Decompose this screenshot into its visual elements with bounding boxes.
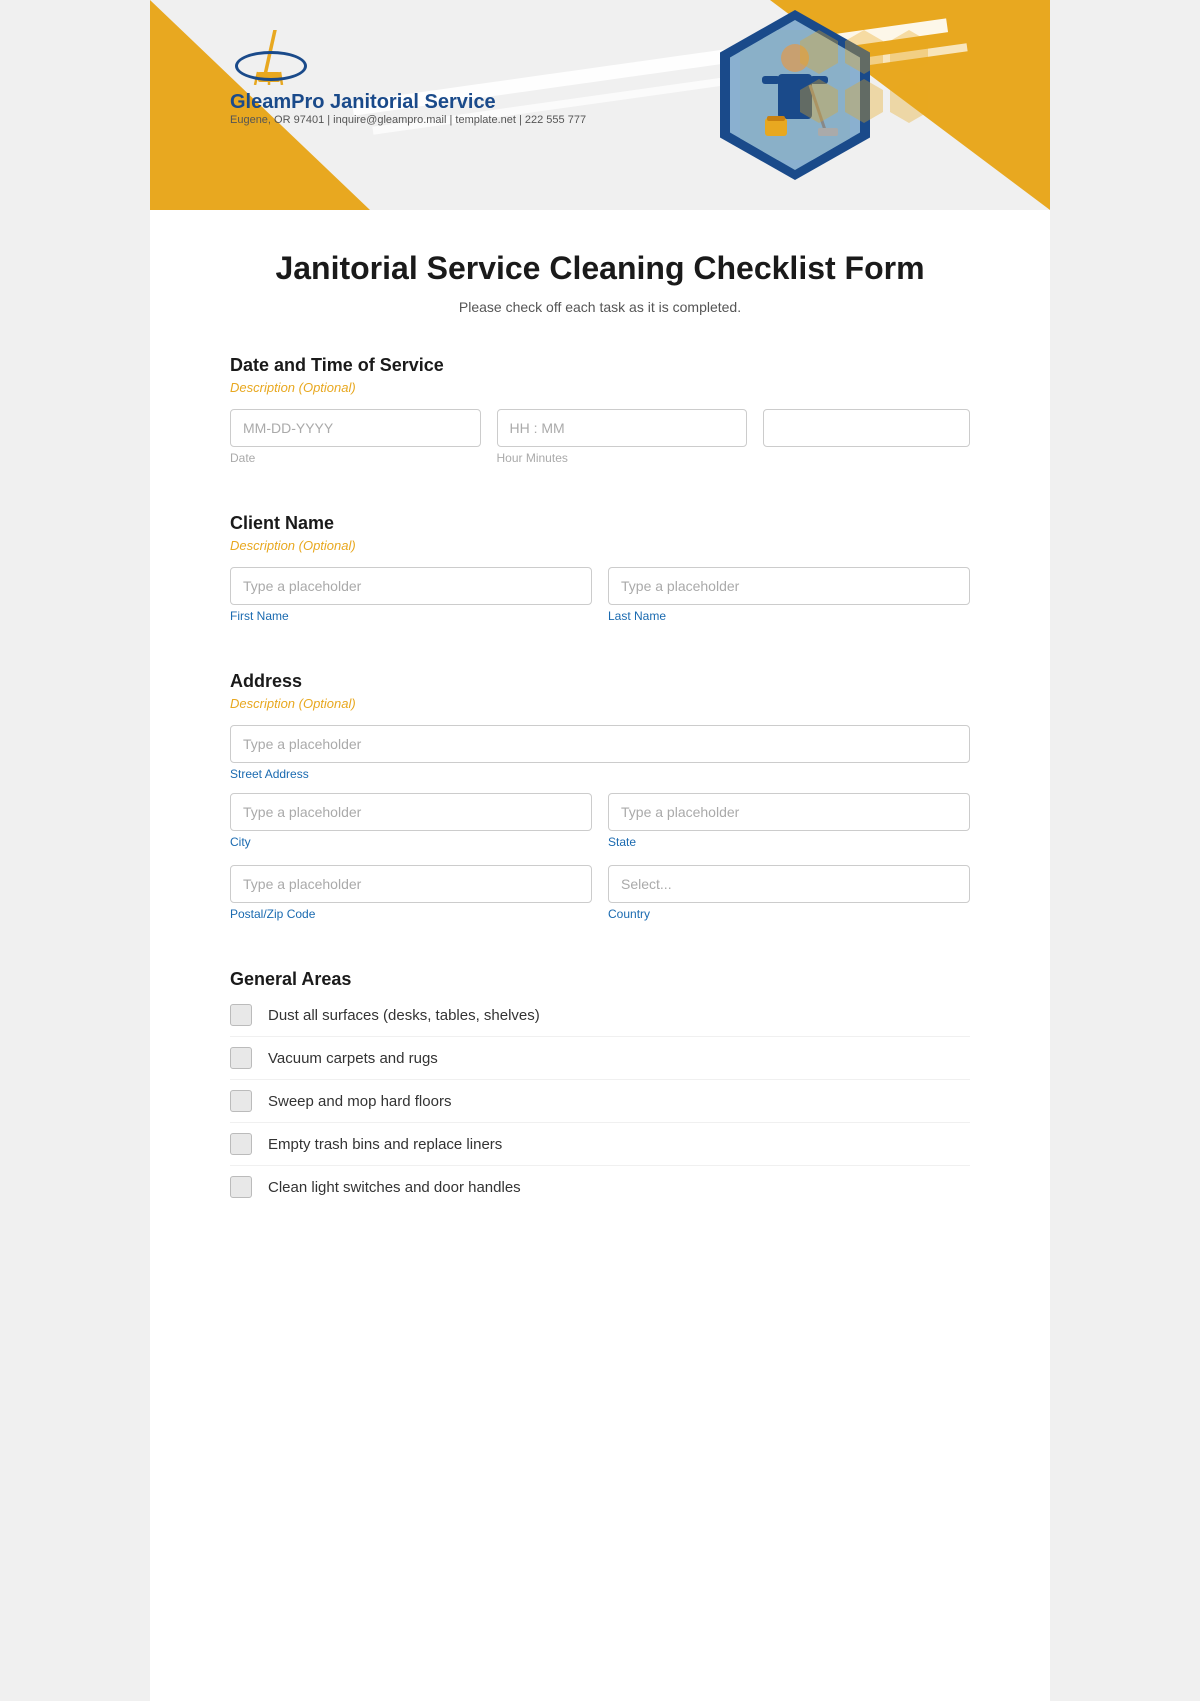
client-section: Client Name Description (Optional) First… [230, 513, 970, 635]
list-item: Vacuum carpets and rugs [230, 1037, 970, 1080]
first-name-input[interactable] [230, 567, 592, 605]
list-item: Clean light switches and door handles [230, 1166, 970, 1208]
task-label: Dust all surfaces (desks, tables, shelve… [268, 1007, 540, 1024]
street-label: Street Address [230, 767, 970, 781]
general-areas-section: General Areas Dust all surfaces (desks, … [230, 969, 970, 1208]
company-name: GleamPro Janitorial Service [230, 91, 496, 114]
address-section: Address Description (Optional) Street Ad… [230, 671, 970, 933]
last-name-label: Last Name [608, 609, 970, 623]
form-subtitle: Please check off each task as it is comp… [230, 299, 970, 315]
country-input[interactable] [608, 865, 970, 903]
logo-area: GleamPro Janitorial Service Eugene, OR 9… [230, 30, 586, 126]
hex-pattern [800, 30, 930, 123]
task-label: Clean light switches and door handles [268, 1179, 521, 1196]
header: GleamPro Janitorial Service Eugene, OR 9… [150, 0, 1050, 210]
first-name-label: First Name [230, 609, 592, 623]
first-name-field-group: First Name [230, 567, 592, 623]
general-areas-checklist: Dust all surfaces (desks, tables, shelve… [230, 994, 970, 1208]
address-section-title: Address [230, 671, 970, 692]
state-field-group: State [608, 793, 970, 849]
list-item: Dust all surfaces (desks, tables, shelve… [230, 994, 970, 1037]
last-name-input[interactable] [608, 567, 970, 605]
street-input[interactable] [230, 725, 970, 763]
postal-field-group: Postal/Zip Code [230, 865, 592, 921]
datetime-section-desc: Description (Optional) [230, 380, 970, 395]
list-item: Empty trash bins and replace liners [230, 1123, 970, 1166]
datetime-field-row: Date Hour Minutes AM [230, 409, 970, 477]
country-label: Country [608, 907, 970, 921]
task-label: Empty trash bins and replace liners [268, 1136, 502, 1153]
ampm-input[interactable]: AM [763, 409, 970, 447]
date-field-group: Date [230, 409, 481, 465]
checkbox[interactable] [230, 1090, 252, 1112]
datetime-section: Date and Time of Service Description (Op… [230, 355, 970, 477]
last-name-field-group: Last Name [608, 567, 970, 623]
country-field-group: Country [608, 865, 970, 921]
task-label: Vacuum carpets and rugs [268, 1050, 438, 1067]
checkbox[interactable] [230, 1004, 252, 1026]
header-image-area [720, 10, 870, 180]
street-field-group: Street Address [230, 725, 970, 781]
logo-icon [230, 30, 320, 85]
logo-broom-wrapper [230, 30, 320, 85]
task-label: Sweep and mop hard floors [268, 1093, 451, 1110]
city-state-row: City State [230, 793, 970, 861]
time-input[interactable] [497, 409, 748, 447]
page: GleamPro Janitorial Service Eugene, OR 9… [150, 0, 1050, 1701]
logo-ellipse [235, 51, 307, 81]
checkbox[interactable] [230, 1047, 252, 1069]
city-label: City [230, 835, 592, 849]
date-label: Date [230, 451, 481, 465]
checkbox[interactable] [230, 1133, 252, 1155]
time-field-group: Hour Minutes [497, 409, 748, 465]
city-input[interactable] [230, 793, 592, 831]
date-input[interactable] [230, 409, 481, 447]
city-field-group: City [230, 793, 592, 849]
time-label: Hour Minutes [497, 451, 748, 465]
postal-input[interactable] [230, 865, 592, 903]
state-input[interactable] [608, 793, 970, 831]
checkbox[interactable] [230, 1176, 252, 1198]
postal-country-row: Postal/Zip Code Country [230, 865, 970, 933]
postal-label: Postal/Zip Code [230, 907, 592, 921]
client-section-desc: Description (Optional) [230, 538, 970, 553]
general-areas-title: General Areas [230, 969, 970, 990]
state-label: State [608, 835, 970, 849]
company-address: Eugene, OR 97401 | inquire@gleampro.mail… [230, 114, 586, 126]
datetime-section-title: Date and Time of Service [230, 355, 970, 376]
main-content: Janitorial Service Cleaning Checklist Fo… [150, 210, 1050, 1284]
form-title: Janitorial Service Cleaning Checklist Fo… [230, 250, 970, 287]
ampm-field-group: AM [763, 409, 970, 465]
list-item: Sweep and mop hard floors [230, 1080, 970, 1123]
address-section-desc: Description (Optional) [230, 696, 970, 711]
client-section-title: Client Name [230, 513, 970, 534]
client-field-row: First Name Last Name [230, 567, 970, 635]
